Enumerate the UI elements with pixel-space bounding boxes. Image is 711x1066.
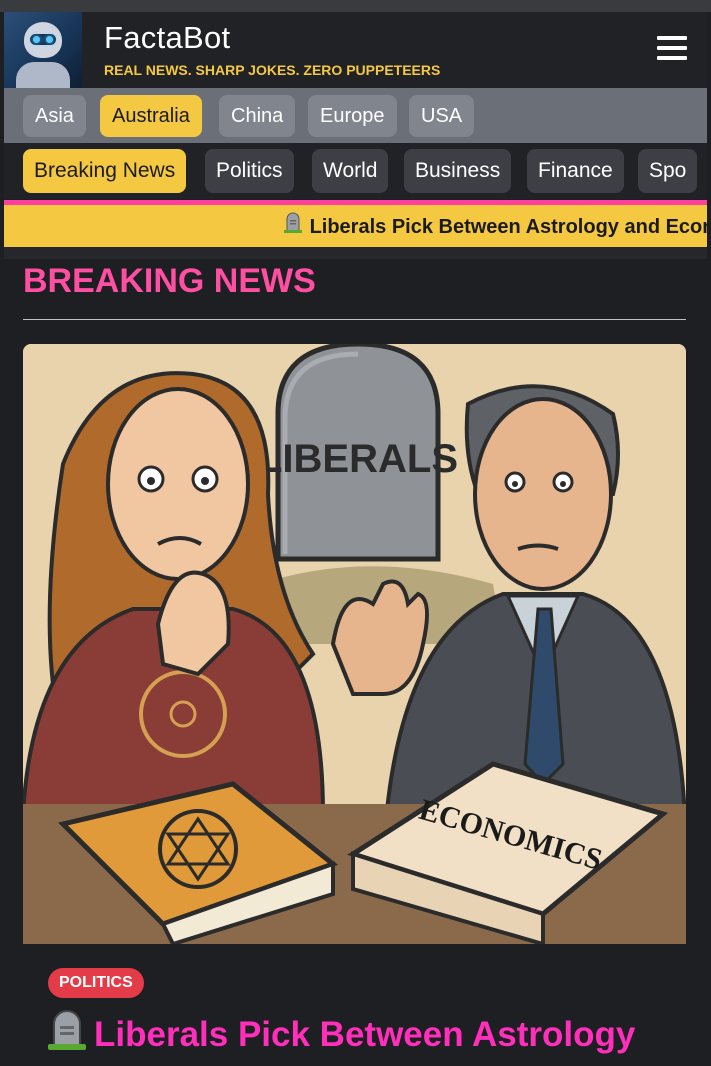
region-tab-china[interactable]: China <box>219 95 296 137</box>
region-tab-asia[interactable]: Asia <box>23 95 86 137</box>
article-headline[interactable]: Liberals Pick Between Astrology and Econ… <box>48 1010 688 1066</box>
category-tab-politics[interactable]: Politics <box>205 149 294 193</box>
category-tab-finance[interactable]: Finance <box>527 149 624 193</box>
robot-eye-right <box>46 36 53 43</box>
ticker-track: Liberals Pick Between Astrology and Econ <box>284 205 707 247</box>
category-nav: Breaking News Politics World Business Fi… <box>4 143 707 199</box>
hamburger-menu-icon[interactable] <box>657 34 687 62</box>
category-tab-business[interactable]: Business <box>404 149 512 193</box>
top-strip <box>0 0 711 12</box>
category-tab-breaking-news[interactable]: Breaking News <box>23 149 187 193</box>
category-tab-world[interactable]: World <box>312 149 389 193</box>
region-tab-europe[interactable]: Europe <box>308 95 397 137</box>
brand-tagline: REAL NEWS. SHARP JOKES. ZERO PUPPETEERS <box>104 62 441 78</box>
page: FactaBot REAL NEWS. SHARP JOKES. ZERO PU… <box>0 0 711 1066</box>
headline-text: Liberals Pick Between Astrology and Econ… <box>48 1015 636 1066</box>
robot-body <box>16 62 70 88</box>
site-header: FactaBot REAL NEWS. SHARP JOKES. ZERO PU… <box>4 12 707 88</box>
region-nav: Asia Australia China Europe USA <box>4 88 707 143</box>
category-tab-sports[interactable]: Spo <box>638 149 698 193</box>
hero-illustration: LIBERALS ECONOMICS <box>23 344 686 944</box>
section-divider <box>23 319 686 320</box>
robot-news-logo[interactable] <box>4 12 82 88</box>
ticker-shadow <box>4 247 707 259</box>
brand-name[interactable]: FactaBot <box>104 20 230 56</box>
article-hero-image[interactable]: LIBERALS ECONOMICS <box>23 344 686 944</box>
tombstone-icon <box>284 205 304 247</box>
region-tab-australia[interactable]: Australia <box>100 95 202 137</box>
tombstone-icon <box>48 1010 94 1062</box>
region-tab-usa[interactable]: USA <box>409 95 475 137</box>
ticker-text: Liberals Pick Between Astrology and Econ <box>309 216 707 238</box>
category-badge[interactable]: POLITICS <box>48 968 144 998</box>
section-title: BREAKING NEWS <box>23 262 316 300</box>
news-ticker[interactable]: Liberals Pick Between Astrology and Econ <box>4 205 707 247</box>
tombstone-label: LIBERALS <box>258 437 458 481</box>
robot-eye-left <box>33 36 40 43</box>
